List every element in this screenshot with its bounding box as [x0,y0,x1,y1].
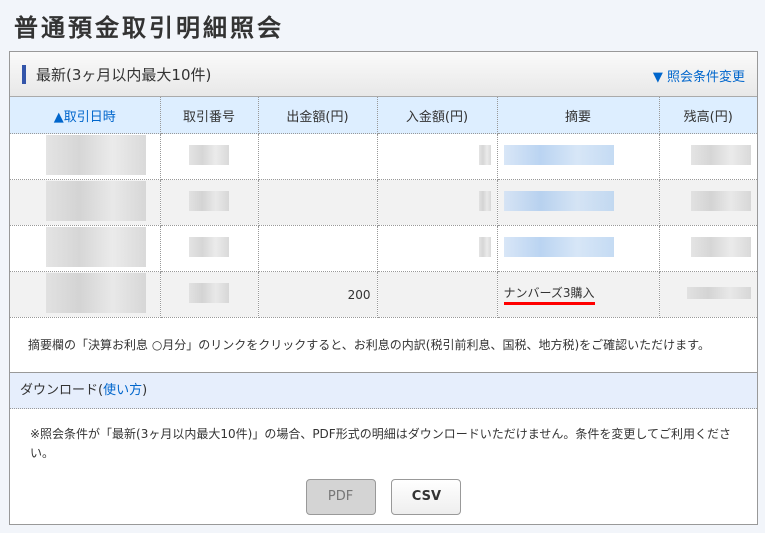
redacted-description-link[interactable] [503,145,614,165]
transactions-table: ▲取引日時 取引番号 出金額(円) 入金額(円) 摘要 残高(円) 200 ナン… [10,97,757,318]
redacted-amount [478,237,491,257]
redacted-balance [691,191,751,211]
redacted-amount [478,191,491,211]
redacted-date [46,135,146,175]
howto-link[interactable]: 使い方 [103,383,142,398]
column-header-balance: 残高(円) [659,97,757,134]
redacted-date [46,227,146,267]
table-row [10,133,757,180]
redacted-number [189,191,229,211]
table-row [10,179,757,226]
redacted-description-link[interactable] [503,191,614,211]
table-row: 200 ナンバーズ3購入 [10,271,757,318]
download-body: ※照会条件が「最新(3ヶ月以内最大10件)」の場合、PDF形式の明細はダウンロー… [10,409,757,515]
section-header: 最新(3ヶ月以内最大10件) ▼ 照会条件変更 [10,52,757,97]
column-header-deposit: 入金額(円) [377,97,498,134]
redacted-balance [687,287,751,299]
change-conditions-link[interactable]: ▼ 照会条件変更 [653,66,745,85]
column-header-number: 取引番号 [160,97,259,134]
redacted-balance [691,237,751,257]
redacted-number [189,145,229,165]
column-header-date[interactable]: ▲取引日時 [10,97,161,134]
redacted-balance [691,145,751,165]
description-text: ナンバーズ3購入 [503,284,595,305]
column-header-description: 摘要 [497,97,660,134]
download-header: ダウンロード(使い方) [10,373,757,409]
redacted-number [189,237,229,257]
withdrawal-amount: 200 [258,271,378,318]
pdf-button[interactable]: PDF [305,479,376,515]
redacted-number [189,283,229,303]
interest-note: 摘要欄の「決算お利息 ○月分」のリンクをクリックすると、お利息の内訳(税引前利息… [10,318,757,373]
download-title-close: ) [142,383,148,398]
column-header-withdrawal: 出金額(円) [258,97,378,134]
redacted-date [46,273,146,313]
redacted-amount [478,145,491,165]
statement-panel: 最新(3ヶ月以内最大10件) ▼ 照会条件変更 ▲取引日時 取引番号 出金額(円… [9,51,758,525]
page-title: 普通預金取引明細照会 [14,14,284,42]
csv-button[interactable]: CSV [391,479,462,515]
header-accent-bar [22,65,26,84]
download-message: ※照会条件が「最新(3ヶ月以内最大10件)」の場合、PDF形式の明細はダウンロー… [30,427,731,460]
redacted-description-link[interactable] [503,237,614,257]
table-row [10,225,757,272]
redacted-date [46,181,146,221]
download-title: ダウンロード( [20,383,104,398]
section-title: 最新(3ヶ月以内最大10件) [36,66,212,84]
